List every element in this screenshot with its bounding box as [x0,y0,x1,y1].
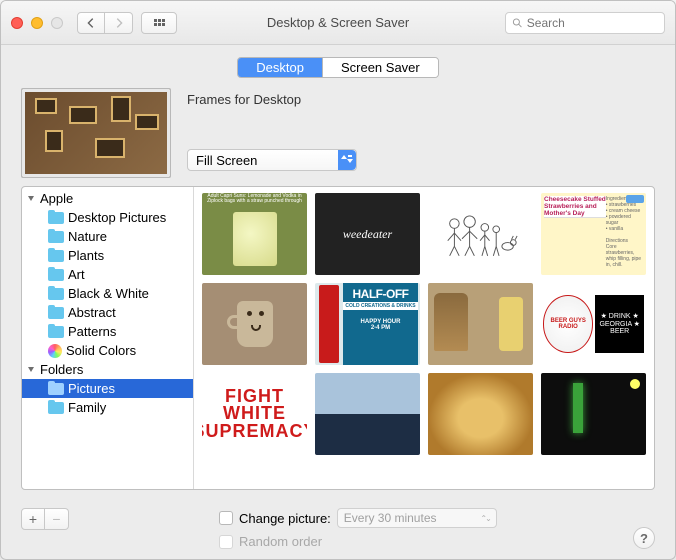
split-view: Apple Desktop Pictures Nature Plants Art… [21,186,655,490]
show-all-button[interactable] [141,12,177,34]
minimize-button[interactable] [31,17,43,29]
thumbnail[interactable] [428,193,533,275]
sidebar-item-desktop-pictures[interactable]: Desktop Pictures [22,208,193,227]
add-remove-group: + − [21,508,69,530]
sidebar-item-solid-colors[interactable]: Solid Colors [22,341,193,360]
grid-icon [154,19,165,26]
folder-icon [48,269,64,281]
sidebar-group-folders[interactable]: Folders [22,360,193,379]
zoom-button [51,17,63,29]
tab-segment: Desktop Screen Saver [237,57,438,78]
nav-back-forward [77,12,133,34]
source-info: Frames for Desktop Fill Screen [187,88,655,178]
sidebar-item-plants[interactable]: Plants [22,246,193,265]
thumbnail[interactable] [202,283,307,365]
sidebar-item-nature[interactable]: Nature [22,227,193,246]
fit-mode-value: Fill Screen [196,153,257,168]
thumbnail[interactable] [428,373,533,455]
chevron-updown-icon [338,150,356,170]
chevron-left-icon [84,16,98,30]
folder-icon [48,307,64,319]
titlebar: Desktop & Screen Saver [1,1,675,45]
top-area: Frames for Desktop Fill Screen [21,88,655,178]
group-label: Folders [40,362,83,377]
folder-icon [48,288,64,300]
tab-screensaver[interactable]: Screen Saver [323,58,438,77]
search-field[interactable] [505,12,665,34]
source-label: Frames for Desktop [187,92,655,107]
traffic-lights [11,17,63,29]
thumbnail[interactable]: HALF-OFF COLD CREATIONS & DRINKS HAPPY H… [315,283,420,365]
sidebar-item-pictures[interactable]: Pictures [22,379,193,398]
folder-icon [48,212,64,224]
sidebar-item-patterns[interactable]: Patterns [22,322,193,341]
change-interval-select: Every 30 minutes [337,508,497,528]
change-picture-checkbox[interactable] [219,511,233,525]
back-button[interactable] [77,12,105,34]
thumbnail[interactable]: Cheesecake Stuffed Strawberries and Moth… [541,193,646,275]
thumbnail[interactable] [541,373,646,455]
sidebar-item-black-white[interactable]: Black & White [22,284,193,303]
folder-icon [48,402,64,414]
content-area: Frames for Desktop Fill Screen Apple Des… [1,88,675,500]
folder-icon [48,383,64,395]
sidebar-item-art[interactable]: Art [22,265,193,284]
tab-bar: Desktop Screen Saver [1,45,675,88]
preferences-window: Desktop & Screen Saver Desktop Screen Sa… [0,0,676,560]
sidebar-group-apple[interactable]: Apple [22,189,193,208]
folder-icon [48,326,64,338]
thumbnail[interactable]: FIGHT WHITE SUPREMACY [202,373,307,455]
chevron-right-icon [112,16,126,30]
change-picture-label: Change picture: [239,511,331,526]
source-sidebar[interactable]: Apple Desktop Pictures Nature Plants Art… [22,187,194,489]
forward-button[interactable] [105,12,133,34]
tab-desktop[interactable]: Desktop [238,58,323,77]
disclosure-triangle-icon[interactable] [28,367,34,372]
random-order-row: Random order [219,534,497,549]
add-folder-button[interactable]: + [21,508,45,530]
group-label: Apple [40,191,73,206]
interval-value: Every 30 minutes [344,511,437,525]
sidebar-item-family[interactable]: Family [22,398,193,417]
thumbnail-grid[interactable]: Adult Capri Suns: Lemonade and Vodka in … [194,187,654,489]
thumbnail[interactable]: BEER GUYS RADIO ★ DRINK ★ GEORGIA ★ BEER [541,283,646,365]
random-order-checkbox [219,535,233,549]
disclosure-triangle-icon[interactable] [28,196,34,201]
thumbnail[interactable]: weedeater [315,193,420,275]
color-wheel-icon [48,344,62,358]
folder-icon [48,231,64,243]
window-title: Desktop & Screen Saver [267,15,409,30]
help-button[interactable]: ? [633,527,655,549]
thumbnail[interactable] [428,283,533,365]
sidebar-item-abstract[interactable]: Abstract [22,303,193,322]
desktop-preview [21,88,171,178]
random-order-label: Random order [239,534,322,549]
footer-controls: + − Change picture: Every 30 minutes Ran… [1,500,675,559]
fit-mode-select[interactable]: Fill Screen [187,149,357,171]
search-input[interactable] [527,16,658,30]
stick-figure-family-icon [443,210,519,258]
close-button[interactable] [11,17,23,29]
folder-icon [48,250,64,262]
change-picture-row: Change picture: Every 30 minutes [219,508,497,528]
thumbnail[interactable] [315,373,420,455]
search-icon [512,17,523,29]
remove-folder-button[interactable]: − [45,508,69,530]
thumbnail[interactable]: Adult Capri Suns: Lemonade and Vodka in … [202,193,307,275]
change-picture-group: Change picture: Every 30 minutes Random … [219,508,497,549]
